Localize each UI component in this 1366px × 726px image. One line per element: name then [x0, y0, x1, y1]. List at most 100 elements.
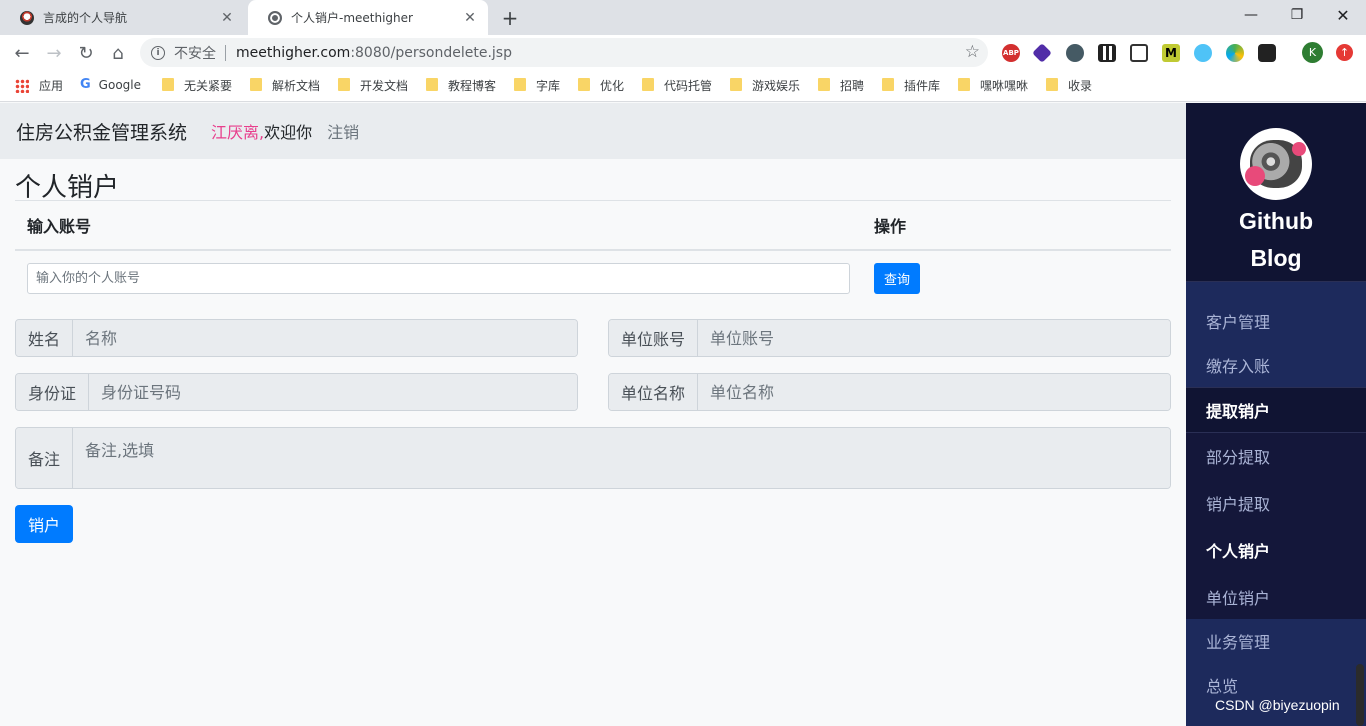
qr-code-extension-icon[interactable] [1098, 44, 1116, 62]
avatar-flower-shape [1245, 166, 1265, 186]
account-cell [15, 250, 862, 306]
profile-avatar[interactable]: K [1302, 42, 1323, 63]
current-user-name: 江厌离, [211, 123, 265, 142]
remark-textarea[interactable] [73, 428, 1170, 488]
window-minimize-button[interactable]: — [1228, 0, 1274, 30]
bookmark-folder[interactable]: 开发文档 [338, 77, 408, 94]
column-header-account: 输入账号 [15, 201, 862, 251]
browser-tab-active[interactable]: 个人销户-meethigher ✕ [248, 0, 488, 35]
window-maximize-button[interactable]: ❐ [1274, 0, 1320, 30]
name-field-group: 姓名 [15, 319, 578, 357]
page-title: 个人销户 [15, 173, 120, 203]
sidebar-item-withdraw-close[interactable]: 提取销户 [1186, 388, 1366, 432]
bookmark-folder[interactable]: 无关紧要 [162, 77, 232, 94]
column-header-action: 操作 [862, 201, 1171, 251]
table-row: 查询 [15, 250, 1171, 306]
back-arrow-icon[interactable]: ← [8, 39, 36, 67]
google-logo-icon: G [80, 77, 91, 92]
new-tab-plus-icon[interactable]: + [498, 6, 522, 30]
url-path: :8080/persondelete.jsp [350, 44, 512, 61]
sidebar-item-personal-close[interactable]: 个人销户 [1186, 528, 1366, 572]
sidebar-header: Github Blog [1186, 103, 1366, 282]
v-extension-icon[interactable] [1194, 44, 1212, 62]
scrollbar-thumb[interactable] [1356, 664, 1364, 726]
bookmark-label: 代码托管 [664, 79, 713, 93]
bookmark-label: 插件库 [904, 79, 941, 93]
sidebar-item-close-withdraw[interactable]: 销户提取 [1186, 481, 1366, 525]
bookmark-folder[interactable]: 插件库 [882, 77, 940, 94]
idcard-input[interactable] [89, 374, 577, 410]
unit-account-field-group: 单位账号 [608, 319, 1171, 357]
main-content: 住房公积金管理系统 江厌离, 欢迎你 注销 个人销户 输入账号 操作 输入你的个… [0, 103, 1186, 726]
folder-icon [514, 78, 526, 91]
account-search-table: 输入账号 操作 查询 [15, 201, 1171, 306]
shield-extension-icon[interactable] [1032, 43, 1052, 63]
cancel-account-button[interactable]: 销户 [15, 505, 73, 543]
bookmark-folder[interactable]: 招聘 [818, 77, 864, 94]
tab-close-icon[interactable]: ✕ [219, 10, 235, 26]
bookmark-label: 游戏娱乐 [752, 79, 801, 93]
glasses-extension-icon[interactable] [1258, 44, 1276, 62]
e-extension-icon[interactable] [1066, 44, 1084, 62]
bookmark-label: 字库 [536, 79, 561, 93]
page-viewport: 住房公积金管理系统 江厌离, 欢迎你 注销 个人销户 输入账号 操作 输入你的个… [0, 103, 1366, 726]
bookmark-google[interactable]: G Google [80, 77, 141, 92]
avatar-flower-shape [1292, 142, 1306, 156]
idcard-label: 身份证 [16, 374, 90, 410]
bookmark-star-icon[interactable]: ☆ [965, 42, 980, 62]
sidebar-item-partial-withdraw[interactable]: 部分提取 [1186, 434, 1366, 478]
account-number-input[interactable] [27, 263, 850, 294]
tab-title: 个人销户-meethigher [291, 11, 413, 25]
compass-extension-icon[interactable] [1226, 44, 1244, 62]
sidebar-item-business-management[interactable]: 业务管理 [1186, 619, 1366, 663]
url-host: meethigher.com [236, 44, 351, 61]
name-input[interactable] [73, 320, 577, 356]
address-bar[interactable]: i 不安全 meethigher.com :8080/persondelete.… [140, 38, 988, 67]
folder-icon [882, 78, 894, 91]
bookmarks-bar: 应用 G Google 无关紧要 解析文档 开发文档 教程博客 字库 优化 代码托… [0, 70, 1366, 102]
home-icon[interactable]: ⌂ [104, 39, 132, 67]
m-extension-icon[interactable]: M [1162, 44, 1180, 62]
browser-tab-bar: 言成的个人导航 ✕ 个人销户-meethigher ✕ + — ❐ ✕ [0, 0, 1366, 35]
tab-close-icon[interactable]: ✕ [462, 10, 478, 26]
bookmark-label: 收录 [1068, 79, 1093, 93]
bookmark-folder[interactable]: 字库 [514, 77, 560, 94]
reload-icon[interactable]: ↻ [72, 39, 100, 67]
forward-arrow-icon[interactable]: → [40, 39, 68, 67]
system-brand[interactable]: 住房公积金管理系统 [16, 118, 187, 145]
bookmark-folder[interactable]: 游戏娱乐 [730, 77, 800, 94]
bookmark-apps[interactable]: 应用 [15, 77, 63, 94]
sidebar-brand-line-2: Blog [1250, 245, 1302, 271]
update-arrow-icon[interactable]: ↑ [1336, 44, 1353, 61]
bookmark-folder[interactable]: 解析文档 [250, 77, 320, 94]
remark-label: 备注 [16, 428, 74, 488]
bookmark-folder[interactable]: 嘿咻嘿咻 [958, 77, 1028, 94]
folder-icon [1046, 78, 1058, 91]
sidebar-avatar[interactable] [1240, 128, 1312, 200]
folder-icon [162, 78, 174, 91]
query-button[interactable]: 查询 [874, 263, 920, 294]
action-cell: 查询 [862, 250, 1171, 306]
bookmark-folder[interactable]: 优化 [578, 77, 624, 94]
bookmark-label: 优化 [600, 79, 625, 93]
adblock-extension-icon[interactable]: ABP [1002, 44, 1020, 62]
bookmark-label: 无关紧要 [184, 79, 233, 93]
security-status: 不安全 [174, 45, 216, 62]
window-close-button[interactable]: ✕ [1320, 0, 1366, 30]
sidebar-brand-line-1: Github [1238, 208, 1314, 234]
sidebar-item-unit-close[interactable]: 单位销户 [1186, 575, 1366, 619]
browser-tab-nav[interactable]: 言成的个人导航 ✕ [0, 0, 245, 35]
folder-icon [958, 78, 970, 91]
sidebar-item-customer-management[interactable]: 客户管理 [1186, 299, 1366, 343]
bookmark-folder[interactable]: 教程博客 [426, 77, 496, 94]
info-icon[interactable]: i [151, 45, 165, 60]
picture-in-picture-extension-icon[interactable] [1130, 44, 1148, 62]
unit-name-input[interactable] [698, 374, 1170, 410]
folder-icon [730, 78, 742, 91]
bookmark-label: 应用 [39, 79, 64, 93]
bookmark-folder[interactable]: 代码托管 [642, 77, 712, 94]
bookmark-folder[interactable]: 收录 [1046, 77, 1092, 94]
unit-account-input[interactable] [698, 320, 1170, 356]
logout-link[interactable]: 注销 [327, 119, 359, 143]
sidebar-item-deposit[interactable]: 缴存入账 [1186, 343, 1366, 387]
